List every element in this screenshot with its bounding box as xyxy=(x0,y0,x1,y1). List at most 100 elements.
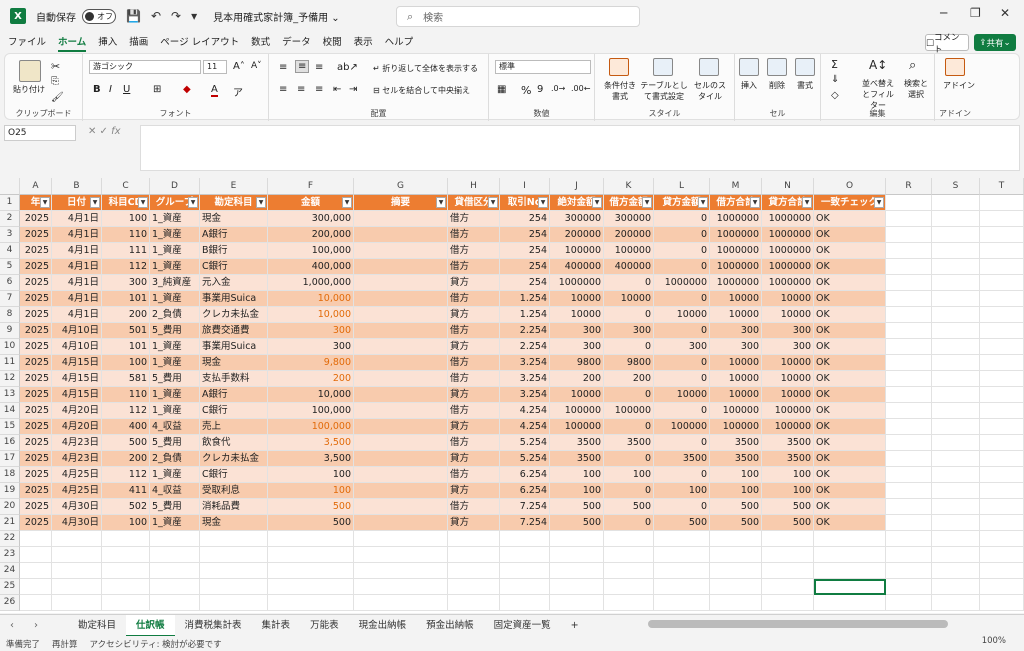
table-cell[interactable]: 1_資産 xyxy=(150,355,200,371)
table-cell[interactable]: 3500 xyxy=(710,435,762,451)
align-top-icon[interactable]: ≡ xyxy=(279,62,287,73)
filter-dropdown-icon[interactable]: ▼ xyxy=(698,197,708,208)
table-cell[interactable]: 1.254 xyxy=(500,307,550,323)
close-icon[interactable]: ✕ xyxy=(1000,6,1010,20)
table-cell[interactable]: OK xyxy=(814,387,886,403)
empty-cell[interactable] xyxy=(102,579,150,595)
table-cell[interactable] xyxy=(354,323,448,339)
table-cell[interactable]: 4月1日 xyxy=(52,275,102,291)
table-cell[interactable]: 2025 xyxy=(20,339,52,355)
row-header[interactable]: 25 xyxy=(0,579,20,595)
filter-dropdown-icon[interactable]: ▼ xyxy=(802,197,812,208)
table-cell[interactable]: 1_資産 xyxy=(150,259,200,275)
table-cell[interactable]: 4月10日 xyxy=(52,323,102,339)
table-cell[interactable]: 支払手数料 xyxy=(200,371,268,387)
empty-cell[interactable] xyxy=(980,579,1024,595)
empty-cell[interactable] xyxy=(932,387,980,403)
empty-cell[interactable] xyxy=(980,291,1024,307)
row-header[interactable]: 1 xyxy=(0,195,20,211)
cell-style-icon[interactable] xyxy=(699,58,719,76)
table-cell[interactable]: C銀行 xyxy=(200,259,268,275)
table-cell[interactable]: 1000000 xyxy=(762,211,814,227)
empty-cell[interactable] xyxy=(886,211,932,227)
table-cell[interactable]: 100 xyxy=(102,515,150,531)
empty-cell[interactable] xyxy=(200,531,268,547)
empty-cell[interactable] xyxy=(980,275,1024,291)
table-cell[interactable]: 10000 xyxy=(762,371,814,387)
table-cell[interactable]: 4_収益 xyxy=(150,419,200,435)
table-cell[interactable]: 300 xyxy=(654,339,710,355)
empty-cell[interactable] xyxy=(550,579,604,595)
table-cell[interactable]: 500 xyxy=(604,499,654,515)
merge-center-button[interactable]: ⊟ セルを結合して中央揃え xyxy=(373,85,470,96)
table-cell[interactable]: 100 xyxy=(710,467,762,483)
column-header[interactable]: M xyxy=(710,178,762,195)
table-cell[interactable]: 200 xyxy=(102,307,150,323)
empty-cell[interactable] xyxy=(980,227,1024,243)
underline-icon[interactable]: U xyxy=(123,84,130,95)
font-name-select[interactable]: 游ゴシック xyxy=(89,60,201,74)
empty-cell[interactable] xyxy=(886,403,932,419)
table-cell[interactable]: 500 xyxy=(710,499,762,515)
empty-cell[interactable] xyxy=(932,307,980,323)
align-left-icon[interactable]: ≡ xyxy=(279,84,287,95)
table-header-cell[interactable]: 借方合計 ▼ xyxy=(710,195,762,211)
empty-cell[interactable] xyxy=(932,291,980,307)
table-header-cell[interactable]: 貸方合計 ▼ xyxy=(762,195,814,211)
table-cell[interactable]: 500 xyxy=(550,515,604,531)
table-cell[interactable]: 500 xyxy=(762,499,814,515)
column-header[interactable]: L xyxy=(654,178,710,195)
table-cell[interactable]: 7.254 xyxy=(500,499,550,515)
table-cell[interactable]: 10,000 xyxy=(268,291,354,307)
empty-cell[interactable] xyxy=(886,579,932,595)
empty-cell[interactable] xyxy=(980,195,1024,211)
table-cell[interactable]: A銀行 xyxy=(200,227,268,243)
empty-cell[interactable] xyxy=(932,323,980,339)
table-cell[interactable]: 1000000 xyxy=(654,275,710,291)
empty-cell[interactable] xyxy=(932,451,980,467)
column-header[interactable]: R xyxy=(886,178,932,195)
empty-cell[interactable] xyxy=(20,531,52,547)
empty-cell[interactable] xyxy=(932,467,980,483)
table-cell[interactable]: 100000 xyxy=(710,419,762,435)
empty-cell[interactable] xyxy=(980,563,1024,579)
empty-cell[interactable] xyxy=(932,419,980,435)
row-header[interactable]: 14 xyxy=(0,403,20,419)
table-cell[interactable]: OK xyxy=(814,467,886,483)
empty-cell[interactable] xyxy=(980,355,1024,371)
table-cell[interactable]: 100,000 xyxy=(268,243,354,259)
clear-icon[interactable]: ◇ xyxy=(831,90,839,101)
row-header[interactable]: 6 xyxy=(0,275,20,291)
table-cell[interactable]: 1000000 xyxy=(762,227,814,243)
table-cell[interactable]: 400 xyxy=(102,419,150,435)
empty-cell[interactable] xyxy=(980,307,1024,323)
empty-cell[interactable] xyxy=(932,595,980,611)
addin-icon[interactable] xyxy=(945,58,965,76)
table-cell[interactable]: 4月30日 xyxy=(52,499,102,515)
filter-dropdown-icon[interactable]: ▼ xyxy=(138,197,148,208)
table-cell[interactable]: 現金 xyxy=(200,211,268,227)
empty-cell[interactable] xyxy=(932,211,980,227)
fill-color-icon[interactable]: ◆ xyxy=(183,84,191,95)
table-cell[interactable]: C銀行 xyxy=(200,403,268,419)
empty-cell[interactable] xyxy=(604,547,654,563)
table-cell[interactable]: 4月1日 xyxy=(52,259,102,275)
table-cell[interactable]: 200 xyxy=(550,371,604,387)
empty-cell[interactable] xyxy=(150,547,200,563)
empty-cell[interactable] xyxy=(886,195,932,211)
empty-cell[interactable] xyxy=(354,547,448,563)
table-cell[interactable]: 300 xyxy=(102,275,150,291)
column-header[interactable]: C xyxy=(102,178,150,195)
table-cell[interactable] xyxy=(354,435,448,451)
empty-cell[interactable] xyxy=(448,563,500,579)
table-cell[interactable]: 100,000 xyxy=(268,403,354,419)
table-cell[interactable]: 3,500 xyxy=(268,451,354,467)
table-cell[interactable]: 100 xyxy=(102,355,150,371)
table-cell[interactable]: 3500 xyxy=(604,435,654,451)
row-header[interactable]: 26 xyxy=(0,595,20,611)
table-cell[interactable]: 2025 xyxy=(20,227,52,243)
table-header-cell[interactable]: 一致チェック ▼ xyxy=(814,195,886,211)
accessibility-status[interactable]: アクセシビリティ: 検討が必要です xyxy=(90,638,222,650)
empty-cell[interactable] xyxy=(932,403,980,419)
horizontal-scrollbar[interactable] xyxy=(648,620,948,628)
